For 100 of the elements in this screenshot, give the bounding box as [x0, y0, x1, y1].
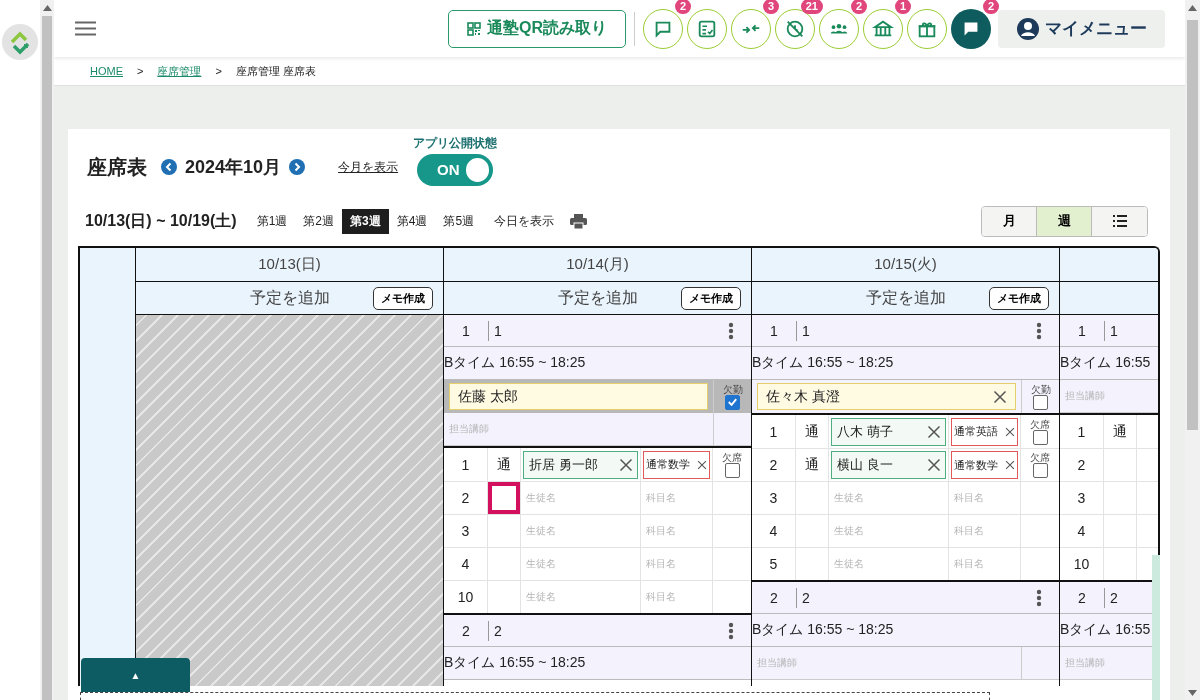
teacher-field[interactable]: 佐々木 真澄: [757, 383, 1016, 410]
logo-icon[interactable]: [2, 24, 38, 60]
time-slot-label: Bタイム 16:55 ~ 18:25: [444, 654, 586, 672]
seat-number: 2: [461, 622, 471, 639]
absence-label: 欠席: [1030, 452, 1050, 463]
seat-number: 3: [769, 490, 778, 506]
checkbox[interactable]: [725, 394, 740, 410]
breadcrumb-link[interactable]: 座席管理: [157, 63, 202, 79]
month-label: 2024年10月: [185, 156, 282, 179]
breadcrumb-separator: >: [215, 65, 222, 77]
seat-number: 1: [1077, 423, 1086, 440]
time-slot-label: Bタイム 16:55 ~ 18:25: [752, 621, 894, 639]
add-schedule-link[interactable]: 予定を追加: [557, 287, 638, 309]
icon-button[interactable]: [819, 8, 859, 49]
scroll-down-icon[interactable]: [1188, 690, 1197, 696]
seat-number: 4: [461, 556, 470, 572]
clear-icon[interactable]: [619, 457, 633, 472]
seat-number: 4: [769, 523, 778, 539]
view-button[interactable]: 週: [1037, 206, 1092, 236]
seat-name: 2: [488, 620, 728, 641]
absence-label: 欠席: [722, 451, 742, 463]
time-slot-label: Bタイム 16:55: [1060, 354, 1151, 372]
more-icon[interactable]: [1036, 588, 1042, 607]
view-button[interactable]: 月: [982, 206, 1037, 236]
teacher-field[interactable]: 佐藤 太郎: [449, 383, 708, 410]
list-icon: [1112, 215, 1127, 227]
type-cell[interactable]: [488, 482, 521, 514]
seat-number: 3: [461, 523, 470, 539]
week-tab[interactable]: 第4週: [388, 208, 436, 234]
subject-field[interactable]: 通常数学: [951, 451, 1018, 479]
time-slot-label: Bタイム 16:55: [1060, 621, 1151, 639]
date-label: 10/15(火): [874, 255, 937, 274]
previous-month-icon[interactable]: [161, 159, 177, 175]
more-icon[interactable]: [1036, 321, 1042, 340]
seat-number: 2: [461, 490, 470, 506]
week-tab[interactable]: 第3週: [342, 208, 389, 234]
scrollbar-thumb[interactable]: [42, 16, 52, 700]
seat-number: 1: [461, 456, 470, 473]
create-memo-button[interactable]: メモ作成: [681, 286, 741, 310]
absence-label: 欠席: [1030, 418, 1050, 430]
week-tab[interactable]: 第1週: [248, 208, 296, 234]
scroll-up-icon[interactable]: [1188, 5, 1197, 11]
clear-icon[interactable]: [1005, 426, 1015, 437]
icon-button[interactable]: [907, 8, 947, 49]
seat-name: 1: [488, 320, 728, 341]
seat-number: 1: [1077, 322, 1087, 339]
menu-icon[interactable]: [75, 21, 96, 36]
seat-number: 4: [1077, 523, 1086, 539]
student-field[interactable]: 横山 良一: [831, 451, 946, 479]
icon-button[interactable]: [951, 8, 991, 49]
more-icon[interactable]: [728, 321, 734, 340]
collapse-tab[interactable]: ▲: [81, 658, 190, 692]
clear-icon[interactable]: [1005, 460, 1015, 470]
create-memo-button[interactable]: メモ作成: [989, 286, 1049, 310]
my-menu-button[interactable]: マイメニュー: [998, 9, 1165, 48]
seat-number: 1: [461, 322, 471, 339]
subject-field[interactable]: 通常英語: [951, 417, 1018, 446]
qr-scan-button[interactable]: 通塾QR読み取り: [448, 9, 626, 48]
clear-icon[interactable]: [927, 458, 941, 472]
print-icon[interactable]: [570, 213, 588, 229]
count-badge: 1: [894, 0, 911, 14]
page-title: 座席表: [87, 154, 147, 180]
clear-icon[interactable]: [993, 389, 1007, 404]
publish-status-label: アプリ公開状態: [413, 134, 498, 152]
breadcrumb-link[interactable]: HOME: [90, 65, 123, 77]
seat-name: 2: [796, 587, 1036, 608]
student-field[interactable]: 八木 萌子: [831, 417, 946, 446]
seat-number: 1: [769, 322, 779, 339]
add-schedule-link[interactable]: 予定を追加: [249, 287, 330, 309]
this-month-link[interactable]: 今月を表示: [338, 158, 399, 176]
checkbox[interactable]: [1033, 394, 1048, 410]
list-view-button[interactable]: [1092, 206, 1147, 236]
clear-icon[interactable]: [697, 459, 707, 470]
publish-toggle[interactable]: ON: [417, 153, 494, 186]
scroll-up-icon[interactable]: [43, 5, 52, 11]
checkbox[interactable]: [1032, 463, 1048, 478]
icon-button[interactable]: [731, 8, 771, 49]
icon-button[interactable]: [643, 8, 683, 49]
more-icon[interactable]: [728, 621, 734, 640]
create-memo-button[interactable]: メモ作成: [373, 286, 433, 310]
student-field[interactable]: 折居 勇一郎: [523, 450, 638, 479]
subject-field[interactable]: 通常数学: [643, 450, 710, 479]
count-badge: 3: [762, 0, 779, 14]
week-tab[interactable]: 第2週: [295, 208, 342, 234]
icon-button[interactable]: [863, 8, 903, 49]
icon-button[interactable]: [687, 8, 727, 49]
count-badge: 2: [982, 0, 999, 14]
checkbox[interactable]: [724, 462, 740, 478]
clear-icon[interactable]: [927, 424, 941, 439]
checkbox[interactable]: [1032, 429, 1048, 445]
seat-name: 1: [796, 320, 1036, 341]
today-link[interactable]: 今日を表示: [494, 212, 555, 230]
seat-number: 1: [769, 423, 778, 440]
count-badge: 21: [800, 0, 823, 14]
week-tab[interactable]: 第5週: [435, 208, 483, 234]
next-month-icon[interactable]: [289, 159, 306, 175]
scrollbar-thumb[interactable]: [1187, 20, 1198, 430]
add-schedule-link[interactable]: 予定を追加: [865, 287, 946, 309]
icon-button[interactable]: [775, 8, 815, 49]
seat-number: 2: [1077, 589, 1087, 606]
